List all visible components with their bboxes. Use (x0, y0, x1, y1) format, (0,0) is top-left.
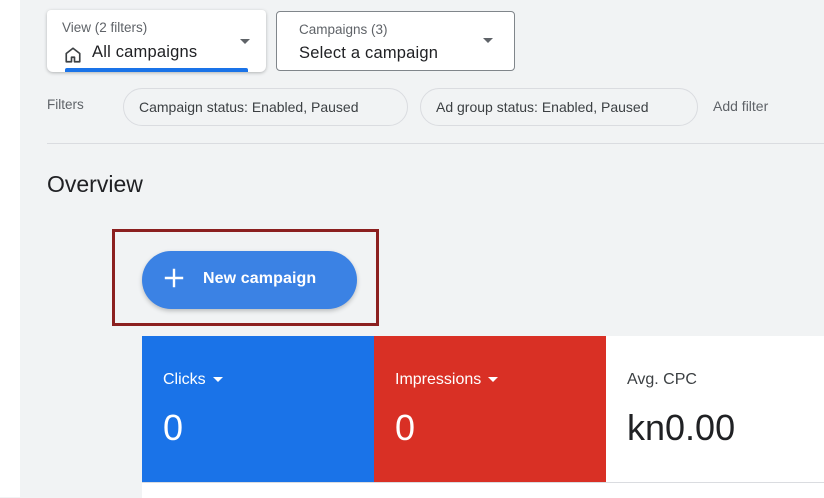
home-icon (65, 47, 81, 63)
metric-card-impressions[interactable]: Impressions 0 (374, 336, 606, 482)
metric-label: Avg. CPC (627, 371, 697, 388)
metric-label[interactable]: Impressions (395, 371, 499, 389)
campaigns-selector-value: Select a campaign (299, 44, 439, 62)
add-filter-link[interactable]: Add filter (713, 98, 768, 114)
metric-value: 0 (163, 407, 184, 448)
chevron-down-icon (212, 377, 223, 383)
new-campaign-label: New campaign (203, 270, 317, 287)
chevron-down-icon (240, 39, 250, 44)
campaigns-selector[interactable]: Campaigns (3) Select a campaign (276, 11, 515, 71)
filters-label: Filters (47, 97, 84, 112)
chart-area (142, 482, 824, 498)
view-selector[interactable]: View (2 filters) All campaigns (47, 10, 266, 72)
filter-chip-ad-group-status[interactable]: Ad group status: Enabled, Paused (420, 88, 698, 126)
chevron-down-icon (488, 377, 499, 383)
campaigns-selector-label: Campaigns (3) (299, 22, 388, 37)
page-title: Overview (47, 171, 143, 197)
metric-card-clicks[interactable]: Clicks 0 (142, 336, 374, 482)
metric-value: kn0.00 (627, 407, 736, 448)
metric-label-text: Impressions (395, 371, 482, 388)
metric-value: 0 (395, 407, 416, 448)
left-edge-panel (0, 0, 20, 497)
view-selector-label: View (2 filters) (62, 20, 148, 35)
filter-chip-campaign-status[interactable]: Campaign status: Enabled, Paused (123, 88, 408, 126)
view-selector-active-indicator (65, 68, 248, 72)
divider (47, 143, 824, 144)
metric-label-text: Clicks (163, 371, 206, 388)
plus-icon (164, 268, 184, 288)
new-campaign-button[interactable]: New campaign (142, 251, 357, 309)
view-selector-value: All campaigns (92, 43, 198, 61)
metric-label[interactable]: Clicks (163, 371, 223, 389)
chevron-down-icon (483, 38, 493, 43)
metric-card-avg-cpc[interactable]: Avg. CPC kn0.00 (606, 336, 824, 482)
